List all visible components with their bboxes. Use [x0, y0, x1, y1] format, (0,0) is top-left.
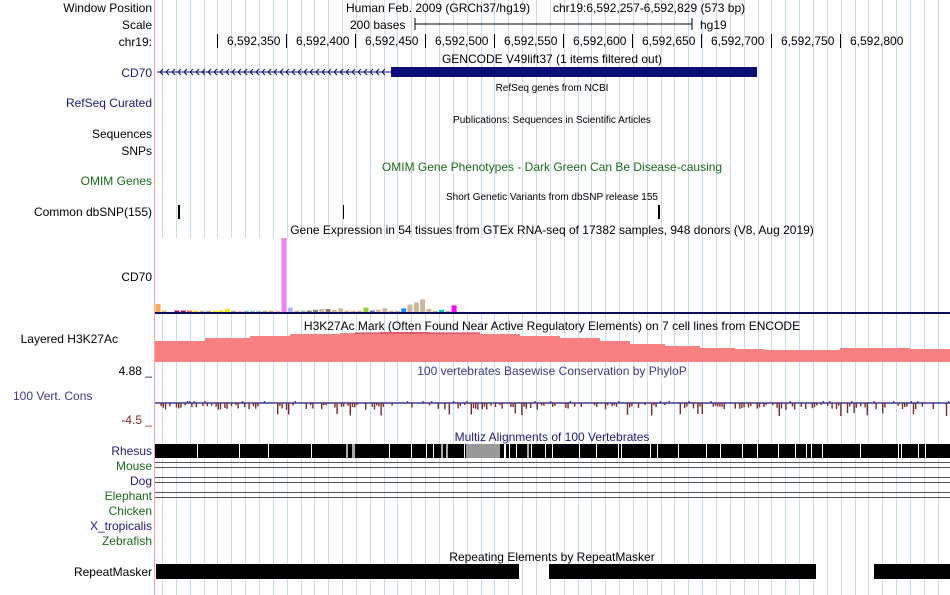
- genome-browser-image[interactable]: Window Position Scale chr19: Human Feb. …: [0, 0, 950, 595]
- repeat-element[interactable]: [156, 564, 519, 579]
- repeat-element[interactable]: [549, 564, 816, 579]
- repeat-element[interactable]: [874, 564, 950, 579]
- rmsk-elements[interactable]: [0, 0, 950, 595]
